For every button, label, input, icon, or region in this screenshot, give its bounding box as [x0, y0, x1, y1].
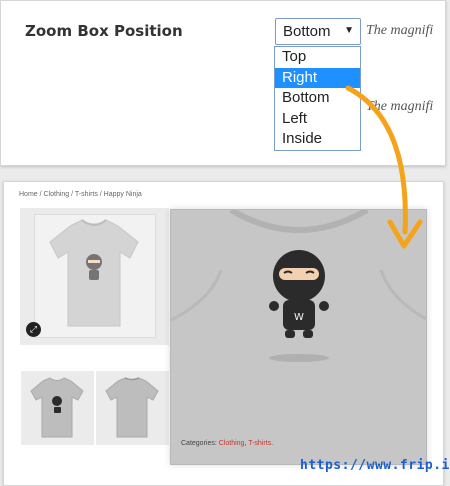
magnify-icon[interactable]: ⤢: [26, 322, 41, 337]
zoom-window: W: [170, 209, 427, 465]
dropdown-option-left[interactable]: Left: [275, 109, 360, 130]
select-description: The magnifi: [366, 23, 434, 38]
chevron-down-icon: ▼: [344, 25, 354, 36]
dropdown-option-inside[interactable]: Inside: [275, 129, 360, 150]
dropdown-option-right[interactable]: Right: [275, 67, 360, 88]
dropdown-list: Top Right Bottom Left Inside: [274, 46, 361, 151]
product-thumbnail[interactable]: [96, 371, 169, 445]
product-main-image[interactable]: ⤢: [20, 208, 169, 345]
product-thumbnail[interactable]: [21, 371, 94, 445]
categories-label: Categories:: [181, 440, 217, 447]
settings-card: Zoom Box Position Bottom ▼ The magnifi T…: [0, 0, 446, 166]
category-link-clothing[interactable]: Clothing: [219, 440, 245, 447]
zoom-lens[interactable]: [34, 214, 156, 338]
tshirt-front-thumbnail: [30, 377, 84, 438]
tshirt-back-thumbnail: [105, 377, 159, 438]
zoom-box-position-label: Zoom Box Position: [25, 22, 183, 40]
select-description-secondary: The magnifi: [366, 99, 434, 114]
product-preview-card: Home / Clothing / T-shirts / Happy Ninja…: [3, 181, 444, 486]
zoomed-tshirt-image: W: [171, 210, 426, 464]
svg-text:W: W: [294, 312, 304, 323]
zoom-box-position-select[interactable]: Bottom ▼: [275, 18, 361, 45]
category-link-tshirts[interactable]: T-shirts: [248, 440, 271, 447]
select-current-value: Bottom: [283, 23, 331, 40]
dropdown-option-top[interactable]: Top: [275, 47, 360, 68]
breadcrumb[interactable]: Home / Clothing / T-shirts / Happy Ninja: [19, 191, 142, 198]
product-categories: Categories: Clothing, T-shirts.: [181, 440, 274, 447]
watermark-url: https://www.frip.in: [300, 458, 450, 473]
dropdown-option-bottom[interactable]: Bottom: [275, 88, 360, 109]
